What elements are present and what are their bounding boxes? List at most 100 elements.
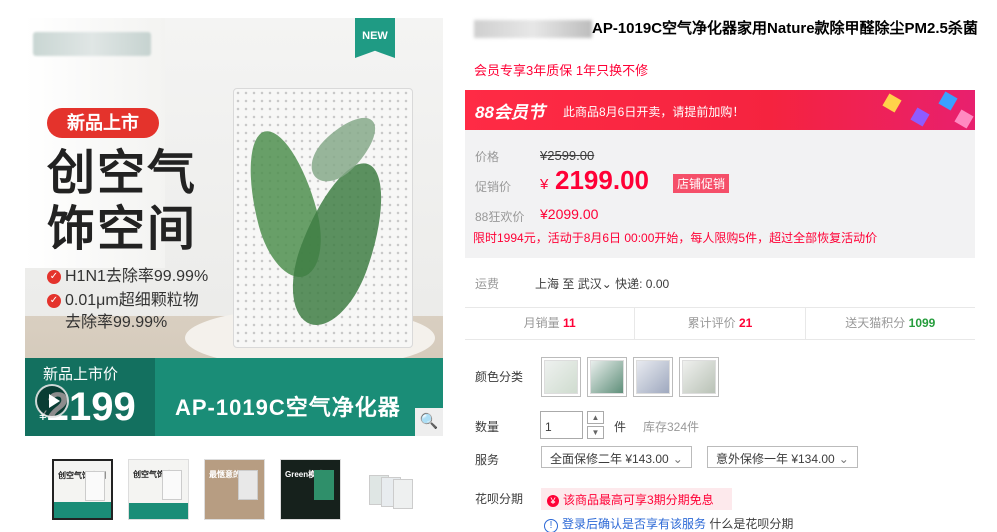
launch-price-label: 新品上市价 <box>43 366 119 383</box>
product-subtitle: 会员专享3年质保 1年只换不修 <box>474 63 649 78</box>
total-reviews-label: 累计评价 <box>687 316 736 330</box>
monthly-sales-label: 月销量 <box>523 316 560 330</box>
thumbnail-1[interactable]: 创空气饰空间 <box>52 459 113 520</box>
shipping-value: 上海 至 武汉⌄ 快递: 0.00 <box>535 275 669 292</box>
product-title: AP-1019C空气净化器家用Nature款除甲醛除尘PM2.5杀菌 <box>592 20 978 37</box>
price-panel: 价格 ¥2599.00 促销价 ¥ 2199.00 店铺促销 88狂欢价 ¥20… <box>465 130 975 258</box>
model-name: AP-1019C空气净化器 <box>175 395 401 420</box>
service-1-text: 全面保修二年 ¥143.00 <box>550 452 669 466</box>
headline-line-1: 创空气 <box>47 147 198 200</box>
huabei-text: 该商品最高可享3期分期免息 <box>563 493 714 507</box>
chevron-down-icon: ⌄ <box>672 452 683 466</box>
thumbnail-product <box>314 470 334 500</box>
sales-stats: 月销量 11 累计评价 21 送天猫积分 1099 <box>465 307 975 340</box>
swatch-image <box>682 360 716 394</box>
service-select-warranty[interactable]: 全面保修二年 ¥143.00 ⌄ <box>541 446 692 468</box>
shipping-fee: 快递: 0.00 <box>615 277 670 291</box>
quantity-decrease-button[interactable]: ▼ <box>587 426 604 439</box>
thumbnail-band <box>129 503 188 519</box>
air-purifier-illustration <box>233 88 413 348</box>
vip-price-row: 88狂欢价 <box>475 208 524 225</box>
limit-notice: 限时1994元，活动于8月6日 00:00开始，每人限购5件，超过全部恢复活动价 <box>473 231 878 245</box>
list-price: ¥2599.00 <box>540 148 595 163</box>
swatch-image <box>636 360 670 394</box>
stock-count: 库存324件 <box>643 420 700 434</box>
thumbnail-product <box>162 470 182 500</box>
main-product-image[interactable]: NEW 新品上市 创空气 饰空间 ✓ H1N1去除率99.99% ✓ 0.01μm超… <box>25 18 443 436</box>
confetti-decoration <box>938 91 958 111</box>
thumbnail-product <box>238 470 258 500</box>
ship-to-word: 至 <box>562 277 575 291</box>
sale-price-row: 促销价 <box>475 178 511 195</box>
headline: 创空气 饰空间 <box>47 146 197 258</box>
vip-price-label: 88狂欢价 <box>475 210 525 224</box>
thumbnail-4[interactable]: Green模式 <box>280 459 341 520</box>
tmall-points-label: 送天猫积分 <box>845 316 906 330</box>
ship-to: 武汉 <box>577 277 602 291</box>
quantity-increase-button[interactable]: ▲ <box>587 411 604 424</box>
quantity-label: 数量 <box>475 420 500 434</box>
quantity-unit: 件 <box>614 420 627 434</box>
color-option-label: 颜色分类 <box>475 370 524 384</box>
list-price-row: 价格 <box>475 148 499 165</box>
confetti-decoration <box>910 107 930 127</box>
swatch-image <box>544 360 578 394</box>
monthly-sales: 月销量 11 <box>465 308 636 339</box>
feature-2: ✓ 0.01μm超细颗粒物 <box>47 286 199 310</box>
info-icon: ! <box>544 519 558 532</box>
color-swatch-1[interactable] <box>541 357 581 397</box>
feature-2-continued: 去除率99.99% <box>65 314 168 331</box>
huabei-login-line: ! 登录后确认是否享有该服务 什么是花呗分期 <box>544 515 793 532</box>
vip-price: ¥2099.00 <box>540 206 599 222</box>
service-select-accident[interactable]: 意外保修一年 ¥134.00 ⌄ <box>707 446 858 468</box>
service-2-text: 意外保修一年 ¥134.00 <box>716 452 835 466</box>
thumbnail-5[interactable] <box>356 459 417 520</box>
color-swatch-4[interactable] <box>679 357 719 397</box>
color-swatches <box>541 357 719 397</box>
check-icon: ✓ <box>47 293 61 308</box>
magnifier-icon[interactable]: 🔍 <box>415 408 443 436</box>
promo-notice: 此商品8月6日开卖，请提前加购！ <box>563 105 745 119</box>
shop-promo-tag: 店铺促销 <box>673 174 730 193</box>
88-member-festival-logo: 88会员节 <box>475 103 545 122</box>
color-swatch-3[interactable] <box>633 357 673 397</box>
monthly-sales-value: 11 <box>563 316 576 330</box>
tmall-points: 送天猫积分 1099 <box>806 308 975 339</box>
ship-to-select[interactable]: 武汉⌄ <box>578 277 612 291</box>
thumbnail-product <box>85 471 105 501</box>
thumbnail-band <box>54 502 111 518</box>
color-swatch-2[interactable] <box>587 357 627 397</box>
swatch-image <box>590 360 624 394</box>
confetti-decoration <box>882 93 902 113</box>
chevron-down-icon: ⌄ <box>601 277 612 291</box>
huabei-help[interactable]: 什么是花呗分期 <box>709 517 793 531</box>
total-reviews-value: 21 <box>738 316 753 330</box>
thumbnail-2[interactable]: 创空气饰空间 <box>128 459 189 520</box>
tmall-points-value: 1099 <box>908 316 936 330</box>
huabei-label: 花呗分期 <box>475 492 524 506</box>
list-price-label: 价格 <box>475 150 500 164</box>
huabei-icon: ¥ <box>547 495 559 507</box>
promo-banner: 88会员节 此商品8月6日开卖，请提前加购！ <box>465 90 975 130</box>
feature-1-text: H1N1去除率99.99% <box>65 268 209 285</box>
huabei-installment-tag: ¥ 该商品最高可享3期分期免息 <box>541 488 732 510</box>
play-video-icon[interactable] <box>35 384 69 418</box>
feature-2-text: 0.01μm超细颗粒物 <box>65 292 199 309</box>
sale-price-label: 促销价 <box>475 180 512 194</box>
sale-currency-symbol: ¥ <box>540 176 549 193</box>
thumbnail-product <box>393 479 413 509</box>
total-reviews[interactable]: 累计评价 21 <box>635 308 806 339</box>
new-launch-tag: 新品上市 <box>47 108 159 138</box>
service-label: 服务 <box>475 453 500 467</box>
shipping-label: 运费 <box>475 277 500 291</box>
chevron-down-icon: ⌄ <box>838 452 849 466</box>
thumbnail-3[interactable]: 最惬意的生活 <box>204 459 265 520</box>
feature-1: ✓ H1N1去除率99.99% <box>47 262 208 286</box>
thumbnail-strip: 创空气饰空间 创空气饰空间 最惬意的生活 Green模式 <box>52 459 417 520</box>
ship-from: 上海 <box>535 277 560 291</box>
login-link[interactable]: 登录后确认是否享有该服务 <box>562 517 706 531</box>
confetti-decoration <box>954 109 974 129</box>
shipping-row: 运费 上海 至 武汉⌄ 快递: 0.00 <box>475 275 669 292</box>
sale-price: 2199.00 <box>555 165 649 195</box>
quantity-input[interactable]: 1 <box>540 411 583 439</box>
